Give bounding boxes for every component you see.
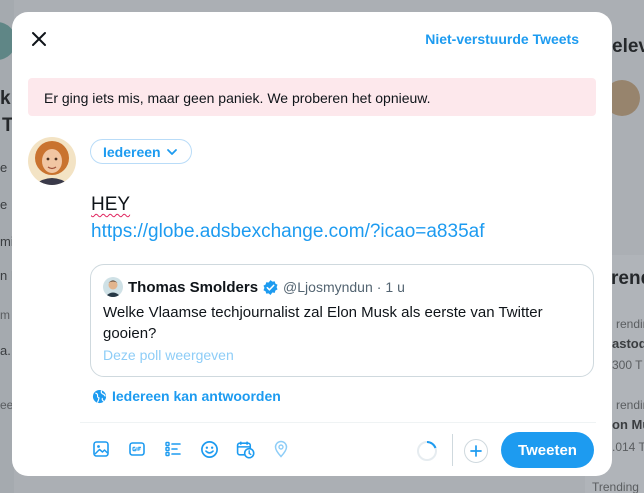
location-button[interactable] <box>270 438 292 460</box>
schedule-icon <box>236 441 255 459</box>
close-button[interactable] <box>26 26 52 52</box>
location-icon <box>274 440 288 458</box>
quoted-tweet-separator: · <box>376 279 382 295</box>
user-avatar[interactable] <box>28 137 76 185</box>
error-banner: Er ging iets mis, maar geen paniek. We p… <box>28 78 596 116</box>
tweet-text-link[interactable]: https://globe.adsbexchange.com/?icao=a83… <box>91 218 484 245</box>
add-tweet-button[interactable] <box>464 439 488 463</box>
image-icon <box>93 441 109 457</box>
quoted-tweet-time: 1 u <box>385 279 405 295</box>
audience-label: Iedereen <box>103 143 161 160</box>
unsent-tweets-link[interactable]: Niet-verstuurde Tweets <box>425 31 579 47</box>
toolbar-separator <box>452 434 453 466</box>
gif-button[interactable] <box>126 438 148 460</box>
character-counter-icon <box>417 440 437 461</box>
divider <box>80 422 596 423</box>
compose-toolbar <box>90 438 292 460</box>
chevron-down-icon <box>166 148 177 155</box>
quoted-tweet-author: Thomas Smolders <box>128 278 259 296</box>
globe-icon <box>92 389 107 403</box>
quoted-tweet-text: Welke Vlaamse techjournalist zal Elon Mu… <box>103 304 543 342</box>
add-icon <box>470 445 482 457</box>
emoji-icon <box>200 440 218 458</box>
quoted-tweet[interactable]: Thomas Smolders @Ljosmyndun · 1 u Welke … <box>90 264 594 377</box>
tweet-button[interactable]: Tweeten <box>501 432 594 468</box>
show-poll-link[interactable]: Deze poll weergeven <box>103 347 581 363</box>
quoted-tweet-avatar <box>103 277 123 297</box>
tweet-text-line: HEY <box>91 194 131 215</box>
verified-icon <box>262 279 279 296</box>
schedule-button[interactable] <box>234 438 256 460</box>
poll-icon <box>165 441 181 457</box>
quoted-tweet-handle: @Ljosmyndun <box>283 279 373 295</box>
character-counter <box>416 440 438 462</box>
poll-button[interactable] <box>162 438 184 460</box>
emoji-button[interactable] <box>198 438 220 460</box>
reply-setting-button[interactable]: Iedereen kan antwoorden <box>92 388 281 404</box>
tweet-text-editor[interactable]: HEY https://globe.adsbexchange.com/?icao… <box>91 191 484 245</box>
reply-setting-label: Iedereen kan antwoorden <box>112 388 281 404</box>
audience-selector[interactable]: Iedereen <box>90 139 192 164</box>
compose-tweet-dialog: Niet-verstuurde Tweets Er ging iets mis,… <box>12 12 612 476</box>
media-button[interactable] <box>90 438 112 460</box>
gif-icon <box>129 442 145 456</box>
close-icon <box>32 32 46 46</box>
